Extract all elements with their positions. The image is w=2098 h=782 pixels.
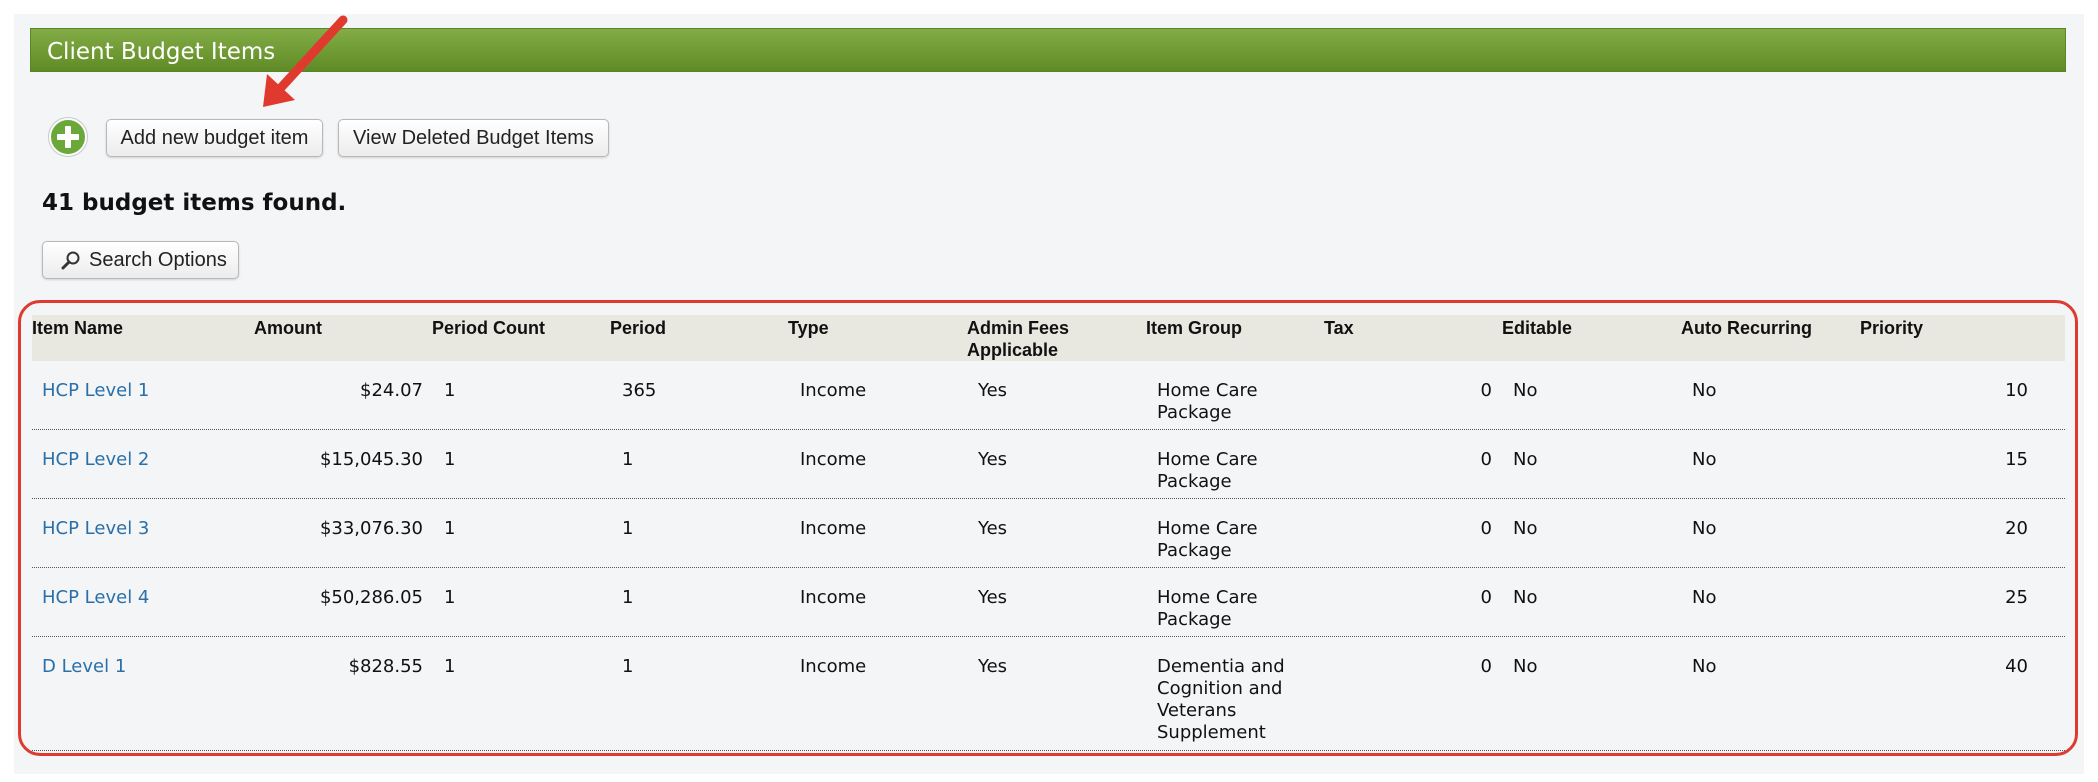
editable-cell: No — [1513, 587, 1538, 608]
auto-recurring-cell: No — [1692, 380, 1717, 401]
tax-cell: 0 — [1480, 587, 1492, 608]
type-cell: Income — [800, 656, 867, 677]
period-cell: 1 — [622, 449, 634, 470]
type-cell: Income — [800, 380, 867, 401]
results-count: 41 budget items found. — [42, 190, 347, 216]
priority-cell: 15 — [2005, 449, 2028, 470]
auto-recurring-cell: No — [1692, 656, 1717, 677]
tax-cell: 0 — [1480, 449, 1492, 470]
editable-cell: No — [1513, 380, 1538, 401]
item-name-link[interactable]: HCP Level 4 — [42, 587, 149, 609]
table-row: HCP Level 3 $33,076.30 1 1 Income Yes Ho… — [32, 499, 2065, 568]
section-title: Client Budget Items — [47, 39, 276, 65]
priority-cell: 40 — [2005, 656, 2028, 677]
admin-fees-cell: Yes — [978, 380, 1008, 401]
auto-recurring-cell: No — [1692, 449, 1717, 470]
amount-cell: $15,045.30 — [319, 449, 423, 470]
item-name-link[interactable]: D Level 1 — [42, 656, 126, 678]
table-row: HCP Level 2 $15,045.30 1 1 Income Yes Ho… — [32, 430, 2065, 499]
auto-recurring-cell: No — [1692, 587, 1717, 608]
search-options-button[interactable]: Search Options — [42, 241, 239, 279]
auto-recurring-cell: No — [1692, 518, 1717, 539]
priority-cell: 10 — [2005, 380, 2028, 401]
item-group-cell: Home Care Package — [1157, 380, 1258, 423]
tax-cell: 0 — [1480, 380, 1492, 401]
item-group-cell: Home Care Package — [1157, 449, 1258, 492]
item-group-cell: Home Care Package — [1157, 587, 1258, 630]
period-count-cell: 1 — [444, 587, 456, 608]
col-header-editable[interactable]: Editable — [1502, 317, 1572, 339]
tax-cell: 0 — [1480, 656, 1492, 677]
col-header-type[interactable]: Type — [788, 317, 829, 339]
period-cell: 1 — [622, 587, 634, 608]
table-row: D Level 1 $828.55 1 1 Income Yes Dementi… — [32, 637, 2065, 751]
type-cell: Income — [800, 449, 867, 470]
budget-items-table: Item Name Amount Period Count Period Typ… — [32, 315, 2065, 751]
amount-cell: $50,286.05 — [319, 587, 423, 608]
item-name-link[interactable]: HCP Level 1 — [42, 380, 149, 402]
amount-cell: $828.55 — [348, 656, 423, 677]
priority-cell: 25 — [2005, 587, 2028, 608]
type-cell: Income — [800, 587, 867, 608]
period-cell: 365 — [622, 380, 657, 401]
table-row: HCP Level 1 $24.07 1 365 Income Yes Home… — [32, 361, 2065, 430]
col-header-amount[interactable]: Amount — [254, 317, 322, 339]
admin-fees-cell: Yes — [978, 449, 1008, 470]
col-header-period[interactable]: Period — [610, 317, 666, 339]
item-name-link[interactable]: HCP Level 3 — [42, 518, 149, 540]
col-header-item-name[interactable]: Item Name — [32, 317, 123, 339]
table-header-row: Item Name Amount Period Count Period Typ… — [32, 315, 2065, 361]
amount-cell: $33,076.30 — [319, 518, 423, 539]
admin-fees-cell: Yes — [978, 656, 1008, 677]
admin-fees-cell: Yes — [978, 587, 1008, 608]
add-circle-icon[interactable] — [48, 117, 88, 157]
period-count-cell: 1 — [444, 656, 456, 677]
period-count-cell: 1 — [444, 380, 456, 401]
col-header-admin-fees[interactable]: Admin Fees Applicable — [967, 317, 1087, 361]
annotation-arrow-icon — [263, 15, 348, 107]
priority-cell: 20 — [2005, 518, 2028, 539]
item-group-cell: Dementia and Cognition and Veterans Supp… — [1157, 656, 1285, 743]
item-name-link[interactable]: HCP Level 2 — [42, 449, 149, 471]
editable-cell: No — [1513, 518, 1538, 539]
amount-cell: $24.07 — [360, 380, 423, 401]
editable-cell: No — [1513, 656, 1538, 677]
table-row: HCP Level 4 $50,286.05 1 1 Income Yes Ho… — [32, 568, 2065, 637]
admin-fees-cell: Yes — [978, 518, 1008, 539]
item-group-cell: Home Care Package — [1157, 518, 1258, 561]
col-header-priority[interactable]: Priority — [1860, 317, 1923, 339]
editable-cell: No — [1513, 449, 1538, 470]
col-header-period-count[interactable]: Period Count — [432, 317, 545, 339]
type-cell: Income — [800, 518, 867, 539]
col-header-item-group[interactable]: Item Group — [1146, 317, 1242, 339]
period-count-cell: 1 — [444, 518, 456, 539]
search-icon — [61, 251, 80, 270]
period-count-cell: 1 — [444, 449, 456, 470]
period-cell: 1 — [622, 656, 634, 677]
add-budget-item-button[interactable]: Add new budget item — [106, 119, 323, 157]
col-header-tax[interactable]: Tax — [1324, 317, 1354, 339]
tax-cell: 0 — [1480, 518, 1492, 539]
view-deleted-button[interactable]: View Deleted Budget Items — [338, 119, 609, 157]
search-options-label: Search Options — [89, 248, 227, 271]
col-header-auto-recurring[interactable]: Auto Recurring — [1681, 317, 1812, 339]
period-cell: 1 — [622, 518, 634, 539]
